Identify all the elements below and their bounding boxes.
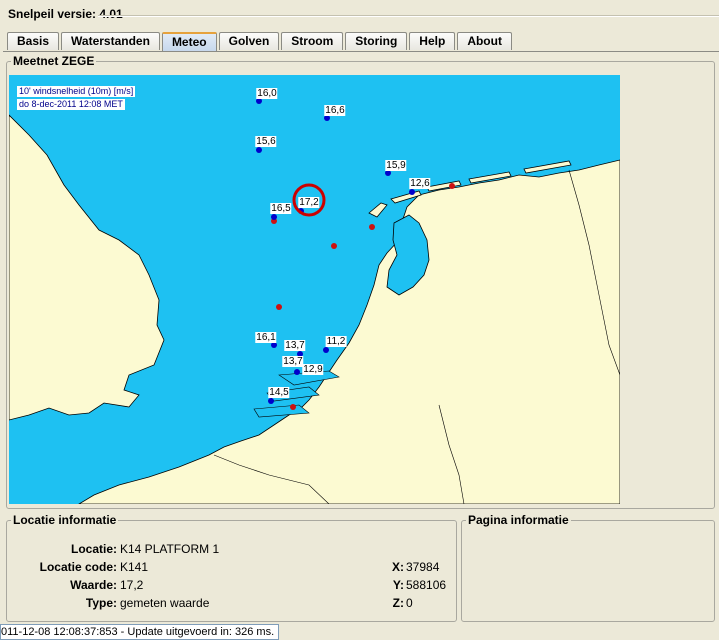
- land-wadden-1: [368, 202, 388, 218]
- station-label: 15,9: [385, 160, 407, 171]
- tab-meteo[interactable]: Meteo: [161, 32, 217, 51]
- location-info-label: Locatie informatie: [11, 513, 119, 527]
- station-label: 16,5: [270, 203, 292, 214]
- station-label: 16,0: [256, 88, 278, 99]
- tab-basis[interactable]: Basis: [7, 32, 60, 50]
- station-marker[interactable]: [409, 189, 415, 195]
- y-label: Y:: [392, 578, 404, 592]
- station-marker[interactable]: [268, 398, 274, 404]
- y-value: 588106: [406, 578, 447, 592]
- station-marker[interactable]: [294, 369, 300, 375]
- locatie-code-value: K141: [120, 560, 149, 574]
- station-marker[interactable]: [271, 214, 277, 220]
- z-label: Z:: [392, 596, 404, 610]
- map-canvas: [9, 98, 620, 504]
- tab-waterstanden[interactable]: Waterstanden: [61, 32, 160, 50]
- station-label: 13,7: [284, 340, 306, 351]
- station-label: 17,2: [298, 197, 320, 208]
- station-map[interactable]: 10' windsnelheid (10m) [m/s] do 8-dec-20…: [9, 75, 620, 504]
- station-label: 11,2: [325, 336, 347, 347]
- type-label: Type:: [85, 596, 117, 610]
- station-label: 14,5: [268, 387, 290, 398]
- station-label: 16,1: [255, 332, 277, 343]
- tab-about[interactable]: About: [457, 32, 512, 50]
- station-label: 16,6: [324, 105, 346, 116]
- locatie-code-label: Locatie code:: [39, 560, 117, 574]
- station-marker[interactable]: [323, 347, 329, 353]
- locatie-label: Locatie:: [70, 542, 117, 556]
- locatie-value: K14 PLATFORM 1: [120, 542, 220, 556]
- map-legend-timestamp: do 8-dec-2011 12:08 MET: [17, 99, 125, 110]
- title-separator: [98, 15, 719, 17]
- tab-stroom[interactable]: Stroom: [281, 32, 344, 50]
- station-label: 12,9: [302, 364, 324, 375]
- type-value: gemeten waarde: [120, 596, 210, 610]
- waarde-value: 17,2: [120, 578, 144, 592]
- station-label: 13,7: [282, 356, 304, 367]
- app-title: Snelpeil versie: 4.01: [8, 7, 123, 21]
- station-inactive[interactable]: [290, 404, 296, 410]
- tab-storing[interactable]: Storing: [345, 32, 408, 50]
- station-label: 15,6: [255, 136, 277, 147]
- station-inactive[interactable]: [449, 183, 455, 189]
- location-info-group: Locatie informatie Locatie: K14 PLATFORM…: [6, 513, 457, 622]
- station-marker[interactable]: [256, 147, 262, 153]
- tab-golven[interactable]: Golven: [218, 32, 280, 50]
- page-info-label: Pagina informatie: [466, 513, 571, 527]
- land-wadden-5: [523, 160, 572, 174]
- land-england: [9, 114, 165, 421]
- station-inactive[interactable]: [331, 243, 337, 249]
- x-label: X:: [392, 560, 404, 574]
- station-inactive[interactable]: [276, 304, 282, 310]
- map-legend-title: 10' windsnelheid (10m) [m/s]: [17, 86, 136, 97]
- tab-bar: Basis Waterstanden Meteo Golven Stroom S…: [7, 32, 514, 51]
- station-label: 12,6: [409, 178, 431, 189]
- tab-help[interactable]: Help: [409, 32, 456, 50]
- z-value: 0: [406, 596, 413, 610]
- station-inactive[interactable]: [369, 224, 375, 230]
- waarde-label: Waarde:: [70, 578, 117, 592]
- page-info-group: Pagina informatie: [461, 513, 715, 622]
- map-group-label: Meetnet ZEGE: [11, 54, 97, 68]
- x-value: 37984: [406, 560, 440, 574]
